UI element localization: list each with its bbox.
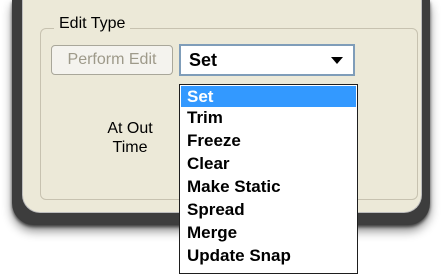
dropdown-item-trim[interactable]: Trim	[181, 107, 356, 128]
at-out-label-line2: Time	[112, 139, 148, 156]
edit-type-value: Set	[189, 50, 218, 70]
at-out-label-line1: At Out	[107, 120, 153, 137]
edit-type-select[interactable]: Set	[179, 44, 355, 76]
dropdown-item-set[interactable]: Set	[181, 86, 356, 107]
at-out-time-label: At Out Time	[100, 119, 160, 157]
dropdown-item-freeze[interactable]: Freeze	[181, 130, 356, 151]
group-title: Edit Type	[54, 14, 131, 34]
chevron-down-icon[interactable]	[331, 57, 343, 64]
dropdown-item-clear[interactable]: Clear	[181, 153, 356, 174]
dropdown-item-make-static[interactable]: Make Static	[181, 176, 356, 197]
dropdown-item-merge[interactable]: Merge	[181, 222, 356, 243]
edit-type-dropdown-list[interactable]: Set Trim Freeze Clear Make Static Spread…	[179, 84, 358, 274]
dropdown-item-update-snap[interactable]: Update Snap	[181, 245, 356, 266]
perform-edit-button[interactable]: Perform Edit	[51, 45, 173, 75]
dropdown-item-spread[interactable]: Spread	[181, 199, 356, 220]
